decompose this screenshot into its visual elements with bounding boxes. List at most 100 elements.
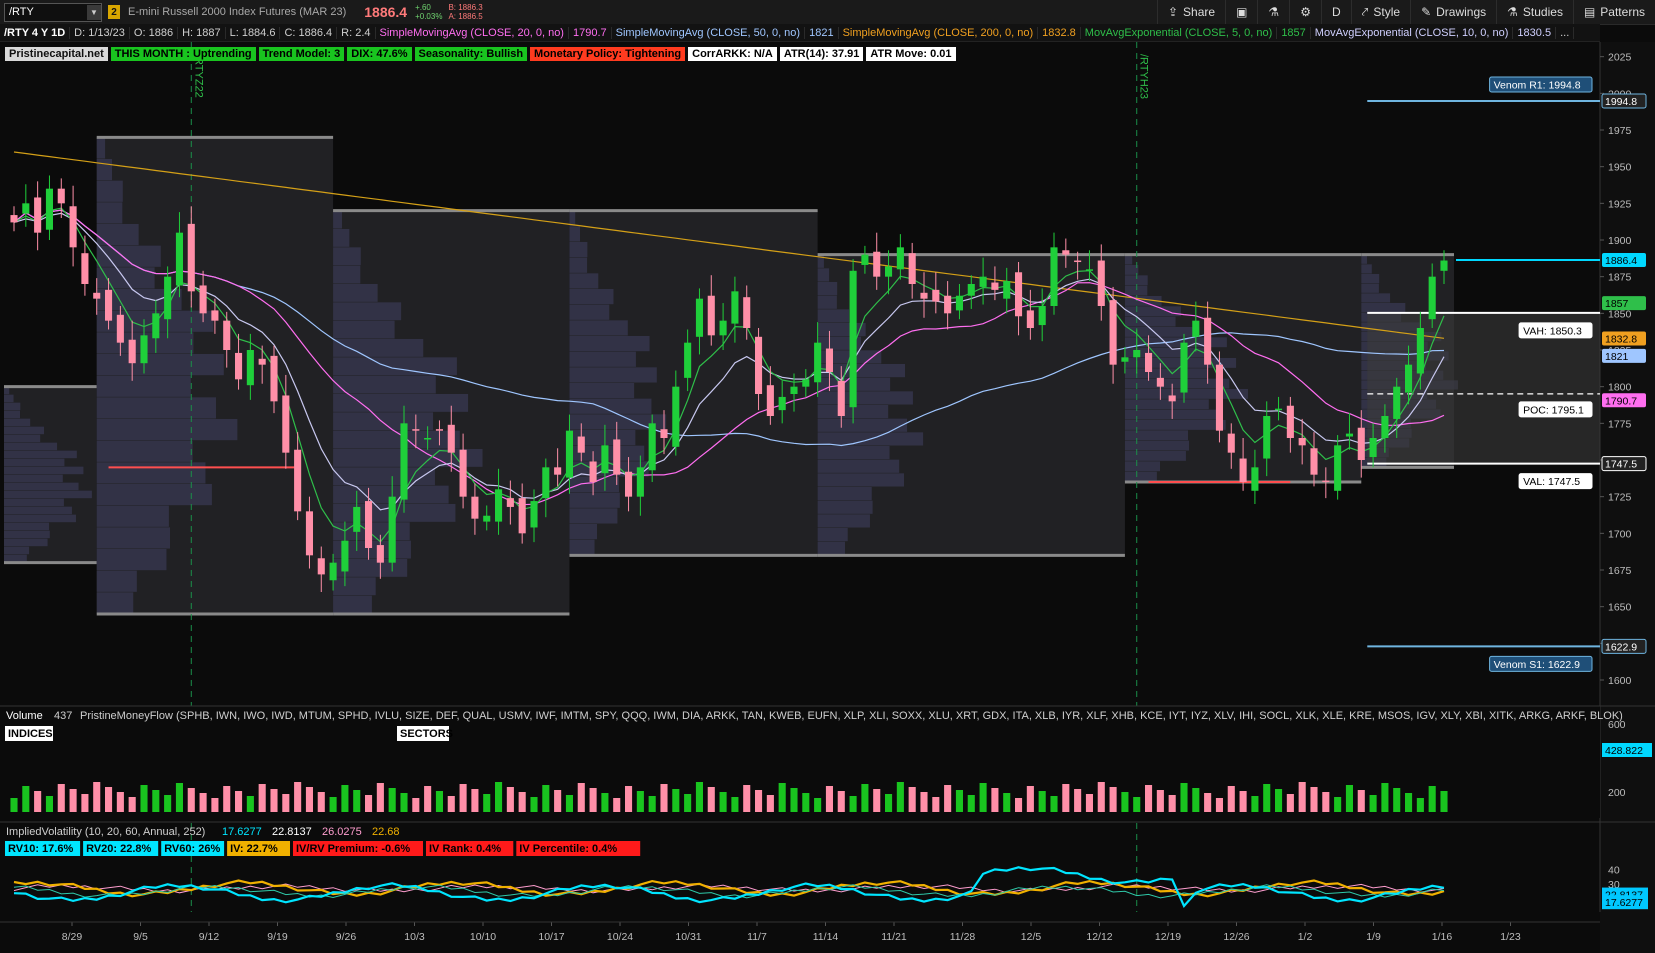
y-tick-label: 1650: [1608, 602, 1632, 614]
candle-body: [1062, 250, 1070, 255]
gear-icon: ⚙: [1300, 5, 1311, 19]
toolbar-button-style[interactable]: ⤤ Style: [1350, 0, 1410, 24]
study-header-item[interactable]: O: 1886: [130, 26, 179, 39]
study-header-item[interactable]: 1857: [1277, 26, 1311, 39]
candle-body: [719, 320, 727, 336]
x-tick-label: 1/2: [1298, 931, 1313, 943]
toolbar-button-flask-icon[interactable]: ⚗: [1257, 0, 1289, 24]
x-tick-label: 10/31: [675, 931, 701, 943]
study-header-item[interactable]: D: 1/13/23: [70, 26, 130, 39]
volume-profile-bar: [4, 498, 64, 507]
candle-body: [1215, 364, 1223, 431]
volume-profile-bar: [817, 541, 846, 555]
study-header-item[interactable]: R: 2.4: [337, 26, 376, 39]
candle-body: [731, 291, 739, 324]
y-tick-label: 1975: [1608, 125, 1632, 137]
volume-profile-bar: [1124, 451, 1186, 461]
study-header-item[interactable]: MovAvgExponential (CLOSE, 5, 0, no): [1081, 26, 1278, 39]
volume-bar: [495, 782, 503, 812]
volume-profile-bar: [96, 484, 212, 506]
flask-icon: ⚗: [1268, 5, 1280, 19]
volume-profile-bar: [333, 595, 372, 614]
volume-profile-bar: [96, 224, 139, 246]
toolbar-button-d[interactable]: D: [1320, 0, 1351, 24]
volume-bar: [1357, 790, 1365, 812]
candle-body: [400, 423, 408, 500]
candle-body: [979, 276, 987, 287]
volume-axis-label: 600: [1608, 719, 1626, 731]
y-tick-label: 1925: [1608, 198, 1632, 210]
study-header-item[interactable]: L: 1884.6: [226, 26, 281, 39]
study-header-item[interactable]: SimpleMovingAvg (CLOSE, 20, 0, no): [376, 26, 569, 39]
study-header-item[interactable]: 1790.7: [569, 26, 612, 39]
candle-body: [1145, 352, 1153, 372]
symbol-text: /RTY: [9, 6, 34, 18]
volume-bar: [589, 788, 597, 812]
volume-profile-bar: [569, 257, 588, 273]
toolbar-button-patterns[interactable]: ▤ Patterns: [1572, 0, 1655, 24]
volume-profile-bar: [1361, 283, 1379, 293]
study-header-item[interactable]: 1832.8: [1038, 26, 1081, 39]
y-tick-label: 2025: [1608, 52, 1632, 64]
volume-bar: [896, 782, 904, 812]
toolbar-button-drawings[interactable]: ✎ Drawings: [1410, 0, 1496, 24]
instrument-description: E-mini Russell 2000 Index Futures (MAR 2…: [128, 6, 347, 18]
volume-profile-bar: [817, 309, 850, 323]
toolbar-button-flexible-grid-icon[interactable]: ▣: [1225, 0, 1257, 24]
status-pill-row: Pristinecapital.net THIS MONTH : Uptrendi…: [5, 47, 956, 61]
status-pill: Trend Model: 3: [258, 47, 345, 61]
candle-body: [613, 439, 621, 475]
volume-profile-bar: [817, 459, 900, 473]
study-header-item[interactable]: MovAvgExponential (CLOSE, 10, 0, no): [1311, 26, 1514, 39]
candle-body: [211, 310, 219, 321]
link-group-badge[interactable]: 2: [108, 5, 120, 19]
study-header-item[interactable]: H: 1887: [178, 26, 226, 39]
candle-body: [1085, 269, 1093, 271]
volume-profile-bar: [817, 391, 913, 405]
x-tick-label: 11/28: [950, 931, 976, 943]
volume-bar: [542, 785, 550, 812]
price-chart[interactable]: 1600162516501675170017251750177518001825…: [0, 42, 1655, 953]
volume-bar: [483, 794, 491, 812]
volume-bar: [625, 786, 633, 812]
study-header-item[interactable]: 1821: [805, 26, 839, 39]
volume-bar: [885, 794, 893, 812]
study-header-item[interactable]: C: 1886.4: [280, 26, 338, 39]
toolbar-button-gear-icon[interactable]: ⚙: [1289, 0, 1321, 24]
volume-bar: [743, 785, 751, 812]
net-change: +.60 +0.03%: [415, 3, 442, 21]
study-header-item[interactable]: ...: [1556, 26, 1575, 39]
toolbar-button-studies[interactable]: ⚗ Studies: [1496, 0, 1573, 24]
volume-profile-bar: [4, 530, 50, 539]
study-header-item[interactable]: SimpleMovingAvg (CLOSE, 200, 0, no): [839, 26, 1039, 39]
study-header-item[interactable]: 1830.5: [1513, 26, 1557, 39]
money-flow-study-label: PristineMoneyFlow (SPHB, IWN, IWO, IWD, …: [80, 710, 1623, 722]
candle-body: [1204, 317, 1212, 365]
candle-body: [152, 313, 160, 339]
toolbar-button-share[interactable]: ⇪ Share: [1156, 0, 1225, 24]
style-icon: ⤤: [1361, 4, 1369, 19]
symbol-input[interactable]: /RTY ▼: [4, 2, 102, 22]
y-tick-label: 1950: [1608, 162, 1632, 174]
volume-bar: [672, 789, 680, 812]
candle-body: [365, 501, 373, 548]
symbol-dropdown-icon[interactable]: ▼: [87, 4, 101, 20]
candle-body: [672, 386, 680, 447]
candle-body: [22, 203, 30, 214]
candle-body: [294, 449, 302, 512]
study-header-item[interactable]: /RTY 4 Y 1D: [0, 26, 71, 39]
volume-profile-bar: [569, 524, 598, 540]
volume-bar: [1074, 789, 1082, 812]
volume-bar: [140, 785, 148, 812]
candle-body: [837, 380, 845, 416]
volume-bar: [825, 786, 833, 812]
study-header-item[interactable]: SimpleMovingAvg (CLOSE, 50, 0, no): [612, 26, 806, 39]
candle-body: [93, 292, 101, 299]
price-tag: 1622.9: [1605, 641, 1637, 653]
y-tick-label: 1600: [1608, 675, 1632, 687]
volume-profile-bar: [96, 245, 161, 267]
candle-body: [601, 445, 609, 474]
volume-profile-bar: [1361, 293, 1391, 303]
volume-profile-bar: [569, 273, 599, 289]
candle-body: [69, 206, 77, 248]
